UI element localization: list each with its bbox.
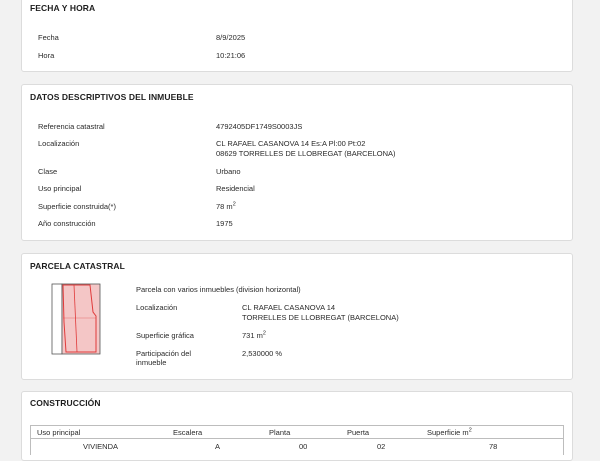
- anio-construccion-value: 1975: [216, 219, 233, 228]
- localizacion-value-line2: 08629 TORRELLES DE LLOBREGAT (BARCELONA): [216, 149, 396, 158]
- col-header-uso: Uso principal: [37, 428, 81, 437]
- construccion-card: CONSTRUCCIÓN Uso principal Escalera Plan…: [21, 391, 573, 461]
- parcela-localizacion-line2: TORRELLES DE LLOBREGAT (BARCELONA): [242, 313, 399, 322]
- superficie-construida-label: Superficie construida(*): [38, 202, 116, 211]
- anio-construccion-label: Año construcción: [38, 219, 96, 228]
- hora-label: Hora: [38, 51, 55, 60]
- cell-superficie: 78: [489, 442, 498, 451]
- cell-planta: 00: [299, 442, 308, 451]
- fecha-hora-title: FECHA Y HORA: [30, 3, 96, 13]
- parcela-localizacion-line1: CL RAFAEL CASANOVA 14: [242, 303, 336, 312]
- col-header-superficie: Superficie m2: [427, 427, 472, 437]
- datos-title: DATOS DESCRIPTIVOS DEL INMUEBLE: [30, 92, 194, 102]
- uso-principal-label: Uso principal: [38, 184, 82, 193]
- clase-value: Urbano: [216, 167, 241, 176]
- construccion-title: CONSTRUCCIÓN: [30, 398, 101, 408]
- localizacion-label: Localización: [38, 139, 80, 148]
- participacion-value: 2,530000 %: [242, 349, 283, 358]
- col-header-escalera: Escalera: [173, 428, 203, 437]
- referencia-label: Referencia catastral: [38, 122, 105, 131]
- superficie-construida-value: 78 m2: [216, 201, 236, 211]
- parcela-localizacion-label: Localización: [136, 303, 178, 312]
- neighbour-plot-outline: [51, 283, 63, 355]
- parcela-description: Parcela con varios inmuebles (division h…: [136, 285, 301, 294]
- parcela-title: PARCELA CATASTRAL: [30, 261, 125, 271]
- participacion-label-line2: inmueble: [136, 358, 167, 367]
- uso-principal-value: Residencial: [216, 184, 255, 193]
- fecha-label: Fecha: [38, 33, 59, 42]
- fecha-value: 8/9/2025: [216, 33, 246, 42]
- parcel-fill: [61, 283, 101, 355]
- clase-label: Clase: [38, 167, 58, 176]
- col-header-puerta: Puerta: [347, 428, 370, 437]
- parcela-catastral-card: PARCELA CATASTRAL Parcela con varios inm…: [21, 253, 573, 380]
- hora-value: 10:21:06: [216, 51, 246, 60]
- cell-escalera: A: [215, 442, 221, 451]
- col-header-planta: Planta: [269, 428, 291, 437]
- cell-puerta: 02: [377, 442, 386, 451]
- cell-uso: VIVIENDA: [83, 442, 119, 451]
- table-header-divider: [31, 438, 563, 439]
- fecha-hora-card: FECHA Y HORA Fecha 8/9/2025 Hora 10:21:0…: [21, 0, 573, 72]
- parcel-map-thumbnail[interactable]: [50, 282, 106, 358]
- referencia-value: 4792405DF1749S0003JS: [216, 122, 303, 131]
- localizacion-value-line1: CL RAFAEL CASANOVA 14 Es:A Pl:00 Pt:02: [216, 139, 366, 148]
- superficie-grafica-label: Superficie gráfica: [136, 331, 194, 340]
- construccion-table: Uso principal Escalera Planta Puerta Sup…: [30, 425, 564, 455]
- datos-descriptivos-card: DATOS DESCRIPTIVOS DEL INMUEBLE Referenc…: [21, 84, 573, 241]
- superficie-grafica-value: 731 m2: [242, 330, 266, 340]
